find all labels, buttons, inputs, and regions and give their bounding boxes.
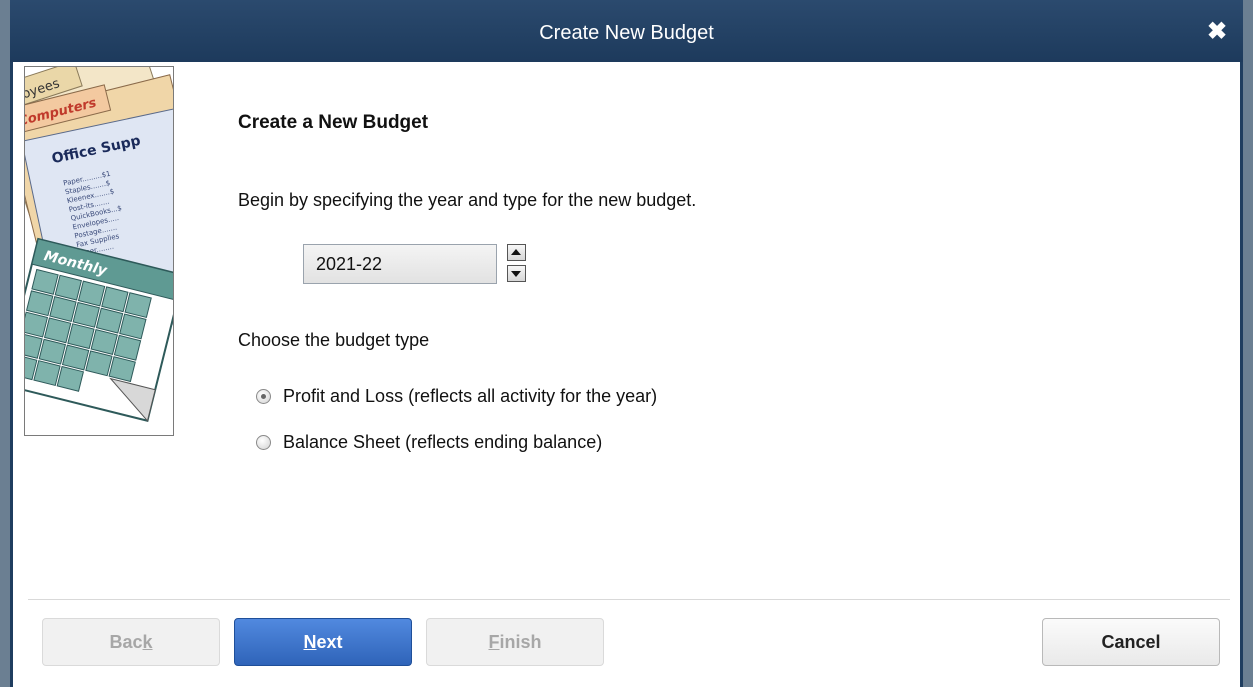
profit-and-loss-option[interactable]: Profit and Loss (reflects all activity f… <box>256 383 657 409</box>
next-button[interactable]: Next <box>234 618 412 666</box>
profit-and-loss-label[interactable]: Profit and Loss (reflects all activity f… <box>283 386 657 407</box>
create-new-budget-dialog: Create New Budget ✖ mployees Computers O… <box>10 0 1243 687</box>
intro-text: Begin by specifying the year and type fo… <box>238 190 697 210</box>
dialog-body: mployees Computers Office Supp Paper....… <box>13 62 1240 687</box>
budget-year-field[interactable]: 2021-22 <box>303 244 497 284</box>
budget-folders-calendar-image: mployees Computers Office Supp Paper....… <box>25 67 173 422</box>
cancel-button[interactable]: Cancel <box>1042 618 1220 666</box>
balance-sheet-radio[interactable] <box>256 434 271 450</box>
dialog-title: Create New Budget <box>539 22 714 44</box>
balance-sheet-option[interactable]: Balance Sheet (reflects ending balance) <box>256 429 602 455</box>
title-bar[interactable]: Create New Budget ✖ <box>10 0 1243 62</box>
footer-separator <box>28 599 1230 600</box>
budget-illustration: mployees Computers Office Supp Paper....… <box>24 66 174 436</box>
finish-button[interactable]: Finish <box>426 618 604 666</box>
balance-sheet-label[interactable]: Balance Sheet (reflects ending balance) <box>283 432 602 453</box>
back-button[interactable]: Back <box>42 618 220 666</box>
year-up-arrow-icon[interactable] <box>507 244 526 261</box>
close-icon[interactable]: ✖ <box>1205 20 1229 44</box>
page-heading: Create a New Budget <box>238 112 429 133</box>
profit-and-loss-radio[interactable] <box>256 388 271 404</box>
budget-type-label: Choose the budget type <box>238 330 430 350</box>
year-down-arrow-icon[interactable] <box>507 265 526 282</box>
